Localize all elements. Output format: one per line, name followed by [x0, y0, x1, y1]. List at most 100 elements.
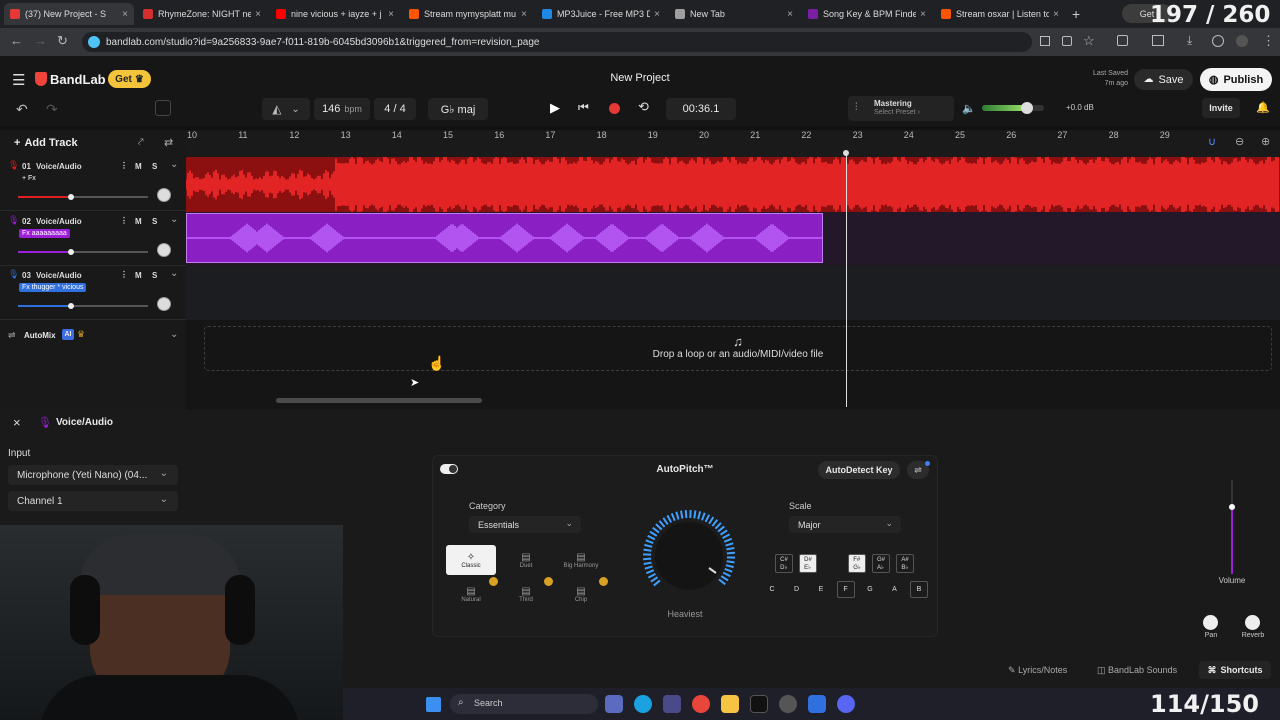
track-fx-badge[interactable]: + Fx: [19, 174, 39, 183]
mute-button[interactable]: M: [135, 271, 142, 280]
bell-icon[interactable]: 🔔: [1256, 101, 1270, 114]
browser-tab[interactable]: MP3Juice - Free MP3 D ×: [536, 3, 666, 25]
tab-close-icon[interactable]: ×: [787, 9, 793, 20]
solo-button[interactable]: S: [152, 217, 157, 226]
track-volume-handle[interactable]: [68, 194, 75, 200]
solo-button[interactable]: S: [152, 162, 157, 171]
speaker-icon[interactable]: 🔈: [962, 102, 976, 115]
drop-zone[interactable]: ♫ Drop a loop or an audio/MIDI/video fil…: [204, 326, 1272, 371]
track-name[interactable]: Voice/Audio: [36, 271, 82, 280]
extensions-icon[interactable]: [1117, 35, 1128, 46]
bandlab-sounds-link[interactable]: ◫ BandLab Sounds: [1097, 665, 1177, 676]
track-fx-badge[interactable]: Fx aaaaaaaaa: [19, 228, 70, 238]
track-menu-icon[interactable]: ⋮: [120, 270, 128, 279]
mode-duet[interactable]: ▤ Duet: [501, 545, 551, 575]
sharp-key[interactable]: F# G♭: [848, 554, 866, 573]
key-field[interactable]: G♭ maj: [428, 98, 488, 120]
hamburger-icon[interactable]: ☰: [12, 71, 25, 89]
taskbar-search[interactable]: ⌕ Search: [450, 694, 598, 714]
natural-key[interactable]: D: [788, 581, 806, 598]
account-avatar[interactable]: [1236, 35, 1248, 47]
mode-big-harmony[interactable]: ▤ Big Harmony: [556, 545, 606, 575]
mute-button[interactable]: M: [135, 217, 142, 226]
tab-close-icon[interactable]: ×: [122, 9, 128, 20]
windows-start-icon[interactable]: [426, 697, 441, 712]
natural-key[interactable]: F: [836, 581, 855, 598]
track-volume-slider[interactable]: [18, 250, 148, 253]
natural-key[interactable]: E: [812, 581, 830, 598]
zoom-out-icon[interactable]: ⊖: [1235, 135, 1244, 148]
browser-tab[interactable]: (37) New Project - S ×: [4, 3, 134, 25]
scale-select[interactable]: Major ⌄: [789, 516, 901, 533]
timeline-scrollbar[interactable]: [276, 398, 482, 403]
track-volume-handle[interactable]: [68, 303, 75, 309]
sharp-key[interactable]: C# D♭: [775, 554, 793, 573]
tab-close-icon[interactable]: ×: [255, 9, 261, 20]
track-fx-badge[interactable]: Fx thugger * vicious: [19, 283, 87, 292]
loop-button[interactable]: ⟲: [638, 99, 649, 115]
autodetect-key-button[interactable]: AutoDetect Key: [818, 461, 900, 479]
autopitch-toggle[interactable]: [440, 464, 458, 474]
discord-icon[interactable]: [837, 695, 855, 713]
close-panel-icon[interactable]: ×: [13, 415, 21, 430]
mode-classic[interactable]: ✧ Classic: [446, 545, 496, 575]
track-header[interactable]: 🎙 02 Voice/Audio Fx aaaaaaaaa ⋮ M S ⌄: [0, 212, 186, 266]
track-name[interactable]: Voice/Audio: [36, 162, 82, 171]
master-volume-slider[interactable]: [982, 105, 1044, 111]
publish-button[interactable]: ◍ Publish: [1200, 68, 1272, 91]
reload-icon[interactable]: ↻: [57, 33, 68, 49]
record-button[interactable]: [609, 103, 620, 114]
channel-select[interactable]: Channel 1 ⌄: [8, 491, 178, 511]
forward-icon[interactable]: →: [34, 33, 47, 48]
magnet-icon[interactable]: ∪: [1208, 135, 1216, 148]
browser-tab[interactable]: Stream mymysplatt mu ×: [403, 3, 533, 25]
undo-icon[interactable]: ↶: [16, 101, 28, 118]
browser-tab[interactable]: Stream osxar | Listen to ×: [935, 3, 1065, 25]
store-icon[interactable]: [663, 695, 681, 713]
bpm-field[interactable]: 146 bpm: [314, 98, 370, 120]
playhead[interactable]: [846, 152, 847, 407]
track-menu-icon[interactable]: ⋮: [120, 216, 128, 225]
install-icon[interactable]: [1062, 36, 1072, 46]
track-menu-icon[interactable]: ⋮: [120, 161, 128, 170]
track-pan-knob[interactable]: [157, 242, 171, 257]
tab-close-icon[interactable]: ×: [920, 9, 926, 20]
reverb-knob[interactable]: [1245, 615, 1260, 630]
natural-key[interactable]: B: [910, 581, 928, 598]
natural-key[interactable]: A: [886, 581, 904, 598]
track-volume-slider[interactable]: [18, 305, 148, 307]
mastering-button[interactable]: ⫶ Mastering Select Preset ›: [848, 96, 954, 121]
track-chevron-icon[interactable]: ⌄: [170, 159, 178, 170]
menu-dots-icon[interactable]: ⋮: [1262, 33, 1275, 49]
browser-tab[interactable]: New Tab ×: [669, 3, 799, 25]
track-name[interactable]: Voice/Audio: [36, 217, 82, 226]
track-chevron-icon[interactable]: ⌄: [170, 268, 178, 279]
panel-toggle-icon[interactable]: [155, 100, 171, 116]
track-header[interactable]: 🎙 03 Voice/Audio Fx thugger * vicious ⋮ M S ⌄: [0, 266, 186, 320]
pan-knob[interactable]: [1203, 615, 1218, 630]
back-icon[interactable]: ←: [10, 33, 23, 48]
wand-icon[interactable]: ⤤: [138, 137, 144, 148]
get-membership-button[interactable]: Get ♛: [108, 70, 151, 88]
zoom-in-icon[interactable]: ⊕: [1261, 135, 1270, 148]
track-filter-icon[interactable]: ⇄: [164, 136, 173, 149]
track-pan-knob[interactable]: [157, 188, 171, 202]
browser-tab[interactable]: RhymeZone: NIGHT ne ×: [137, 3, 267, 25]
track-volume-slider[interactable]: [18, 196, 148, 198]
sidebar-icon[interactable]: [1040, 36, 1050, 46]
tab-close-icon[interactable]: ×: [388, 9, 394, 20]
download-icon[interactable]: ⤓: [1187, 33, 1192, 48]
browser-tab[interactable]: Song Key & BPM Finde ×: [802, 3, 932, 25]
tiktok-icon[interactable]: [750, 695, 768, 713]
metronome-button[interactable]: ◭ ⌄: [262, 98, 310, 120]
natural-key[interactable]: C: [763, 581, 781, 598]
automix-chevron-icon[interactable]: ⌄: [170, 329, 178, 340]
category-select[interactable]: Essentials ⌄: [469, 516, 581, 533]
track-chevron-icon[interactable]: ⌄: [170, 214, 178, 225]
sharp-key[interactable]: D# E♭: [799, 554, 817, 573]
track-1-lane[interactable]: [185, 154, 1280, 215]
app-icon[interactable]: [808, 695, 826, 713]
explorer-icon[interactable]: [721, 695, 739, 713]
rewind-button[interactable]: ⏮: [578, 100, 589, 115]
intensity-dial[interactable]: [630, 504, 748, 604]
